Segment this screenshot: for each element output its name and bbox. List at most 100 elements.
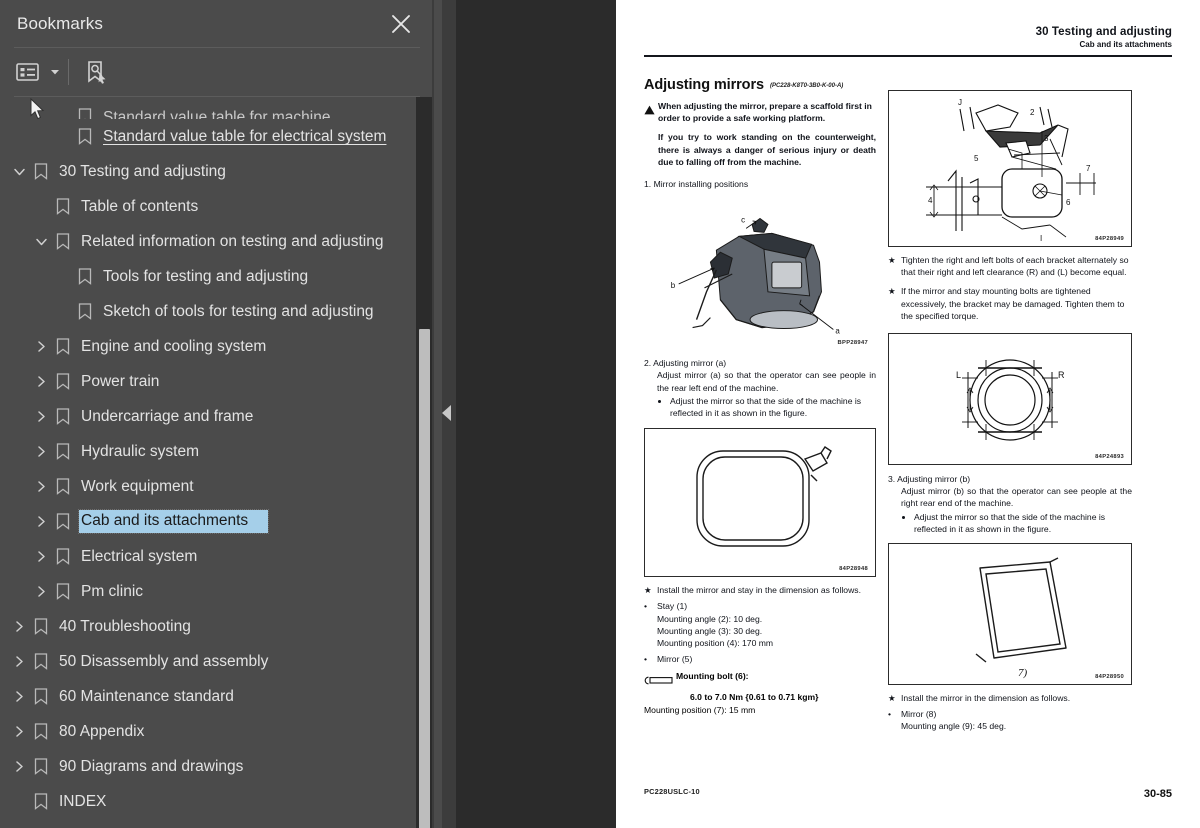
bookmark-item-40-troubleshooting[interactable]: 40 Troubleshooting	[0, 609, 432, 644]
bookmark-item-hydraulic-system[interactable]: Hydraulic system	[0, 434, 432, 469]
bookmarks-scrollbar[interactable]	[416, 97, 432, 828]
bookmark-icon	[30, 758, 52, 775]
bookmark-icon	[52, 513, 74, 530]
bookmark-icon	[30, 163, 52, 180]
install-parts-right: • Mirror (8) Mounting angle (9): 45 deg.	[888, 708, 1132, 732]
bookmark-icon	[52, 198, 74, 215]
bookmark-item-pm-clinic[interactable]: Pm clinic	[0, 574, 432, 609]
bullet-marker-icon: •	[644, 654, 648, 665]
chevron-right-icon[interactable]	[30, 476, 52, 498]
bookmark-item-electrical-system[interactable]: Electrical system	[0, 539, 432, 574]
notes-right: ★ Tighten the right and left bolts of ea…	[888, 254, 1132, 322]
bookmark-item-standard-value-table-for-machine[interactable]: Standard value table for machine	[0, 97, 432, 119]
bookmark-item-work-equipment[interactable]: Work equipment	[0, 469, 432, 504]
bookmark-item-engine-and-cooling-system[interactable]: Engine and cooling system	[0, 329, 432, 364]
bookmark-item-undercarriage-and-frame[interactable]: Undercarriage and frame	[0, 399, 432, 434]
mounting-position-7: Mounting position (7): 15 mm	[644, 705, 756, 716]
bookmark-item-60-maintenance-standard[interactable]: 60 Maintenance standard	[0, 679, 432, 714]
bookmark-item-90-diagrams-and-drawings[interactable]: 90 Diagrams and drawings	[0, 749, 432, 784]
bookmark-item-label: Related information on testing and adjus…	[81, 232, 384, 250]
page-number: 30-85	[1143, 788, 1172, 800]
star-marker-icon: ★	[888, 255, 896, 265]
bookmark-item-related-information-on-testing-and-adjusting[interactable]: Related information on testing and adjus…	[0, 224, 432, 259]
step-2: 2. Adjusting mirror (a) Adjust mirror (a…	[644, 357, 876, 419]
chevron-down-icon[interactable]	[30, 231, 52, 253]
part-stay: • Stay (1) Mounting angle (2): 10 deg. M…	[644, 600, 876, 649]
bookmark-item-label: Standard value table for machine	[103, 108, 331, 119]
step-2-body: Adjust mirror (a) so that the operator c…	[657, 370, 876, 393]
install-note-star: ★ Install the mirror and stay in the dim…	[644, 584, 876, 596]
step-3-body: Adjust mirror (b) so that the operator c…	[901, 486, 1132, 509]
figure-mirror-b: 7) 84P28950	[888, 543, 1132, 686]
bookmark-item-power-train[interactable]: Power train	[0, 364, 432, 399]
bookmark-item-table-of-contents[interactable]: Table of contents	[0, 189, 432, 224]
chevron-right-icon[interactable]	[30, 546, 52, 568]
chevron-right-icon[interactable]	[8, 756, 30, 778]
svg-text:2: 2	[1030, 108, 1035, 117]
page-column-left: Adjusting mirrors (PC228-K8T0-3B0-K-00-A)…	[644, 76, 876, 715]
bookmark-item-label: 50 Disassembly and assembly	[59, 652, 269, 670]
find-bookmark-icon[interactable]	[77, 55, 113, 89]
close-icon[interactable]	[388, 11, 414, 37]
bookmark-item-label: Engine and cooling system	[81, 337, 267, 355]
machine-illustration: c b a	[671, 216, 841, 336]
svg-text:b: b	[671, 281, 676, 290]
header-rule	[644, 55, 1172, 57]
chevron-right-icon[interactable]	[8, 616, 30, 638]
bookmark-item-index[interactable]: INDEX	[0, 784, 432, 819]
bookmark-icon	[30, 618, 52, 635]
collapse-left-arrow-icon[interactable]	[442, 405, 451, 421]
chevron-right-icon[interactable]	[8, 651, 30, 673]
bookmark-item-label: Electrical system	[81, 547, 198, 565]
bookmark-icon	[52, 548, 74, 565]
star-marker-icon: ★	[644, 585, 652, 596]
part-mirror-8-label: Mirror (8)	[901, 709, 937, 720]
bookmark-item-cab-and-its-attachments[interactable]: Cab and its attachments	[0, 504, 432, 539]
step-2-bullets: Adjust the mirror so that the side of th…	[644, 395, 876, 419]
warning-text-2: If you try to work standing on the count…	[658, 132, 876, 167]
bookmarks-panel-title: Bookmarks	[17, 14, 103, 33]
part-mirror-label: Mirror (5)	[657, 654, 693, 665]
bookmark-item-label: 60 Maintenance standard	[59, 687, 234, 705]
bookmark-item-label: Standard value table for electrical syst…	[103, 127, 387, 145]
bookmark-item-label: Tools for testing and adjusting	[103, 267, 309, 285]
bookmark-item-standard-value-table-for-electrical-system[interactable]: Standard value table for electrical syst…	[0, 119, 432, 154]
bookmark-item-tools-for-testing-and-adjusting[interactable]: Tools for testing and adjusting	[0, 259, 432, 294]
chevron-right-icon[interactable]	[30, 511, 52, 533]
chevron-right-icon[interactable]	[30, 441, 52, 463]
bookmark-item-30-testing-and-adjusting[interactable]: 30 Testing and adjusting	[0, 154, 432, 189]
mounting-angle-9: Mounting angle (9): 45 deg.	[901, 721, 1007, 732]
svg-text:7): 7)	[1018, 667, 1028, 679]
install-parts-left: • Stay (1) Mounting angle (2): 10 deg. M…	[644, 600, 876, 665]
step-3-number: 3.	[888, 474, 896, 485]
chevron-right-icon[interactable]	[8, 721, 30, 743]
svg-text:5: 5	[974, 154, 979, 163]
chevron-right-icon[interactable]	[8, 686, 30, 708]
chevron-right-icon[interactable]	[30, 406, 52, 428]
bookmark-item-label: 90 Diagrams and drawings	[59, 757, 244, 775]
step-2-number: 2.	[644, 358, 652, 369]
chevron-right-icon[interactable]	[30, 336, 52, 358]
bookmark-item-50-disassembly-and-assembly[interactable]: 50 Disassembly and assembly	[0, 644, 432, 679]
page-running-header: 30 Testing and adjusting Cab and its att…	[1036, 26, 1172, 49]
step-3: 3. Adjusting mirror (b) Adjust mirror (b…	[888, 473, 1132, 535]
bookmark-tree[interactable]: Standard value table for machine Standard…	[0, 97, 432, 828]
document-viewer[interactable]: 30 Testing and adjusting Cab and its att…	[456, 0, 1200, 828]
bookmark-item-sketch-of-tools-for-testing-and-adjusting[interactable]: Sketch of tools for testing and adjustin…	[0, 294, 432, 329]
step-1: 1. Mirror installing positions	[644, 178, 876, 190]
bookmark-item-80-appendix[interactable]: 80 Appendix	[0, 714, 432, 749]
figure-mirror-b-code: 84P28950	[1095, 674, 1124, 681]
svg-text:R: R	[1058, 370, 1065, 380]
chevron-right-icon[interactable]	[30, 371, 52, 393]
svg-text:a: a	[835, 327, 840, 336]
clearance-illustration: L R	[956, 359, 1065, 441]
bookmarks-scrollbar-thumb[interactable]	[419, 329, 430, 828]
chevron-down-icon[interactable]	[8, 161, 30, 183]
bookmark-icon	[30, 653, 52, 670]
step-1-number: 1.	[644, 179, 652, 190]
panel-splitter[interactable]	[432, 0, 456, 828]
splitter-grip[interactable]	[434, 0, 442, 828]
chevron-right-icon[interactable]	[30, 581, 52, 603]
list-options-icon[interactable]	[12, 55, 64, 89]
bookmark-item-label: Hydraulic system	[81, 442, 199, 460]
